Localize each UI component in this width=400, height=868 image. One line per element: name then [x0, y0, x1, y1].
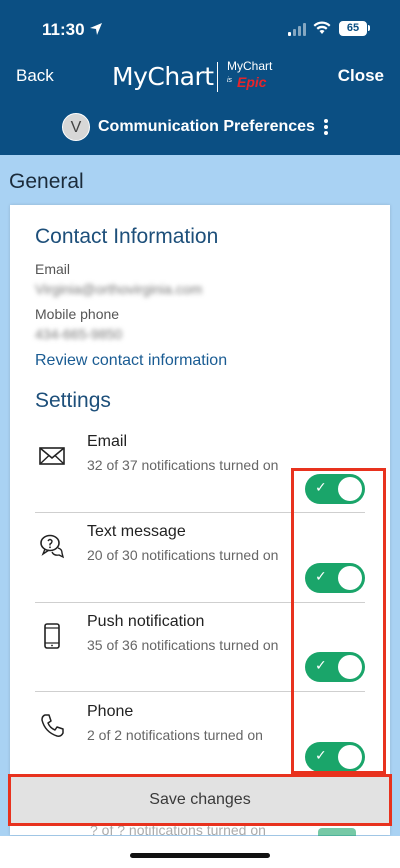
more-options-icon[interactable]	[323, 118, 329, 136]
logo-mychart-text: MyChart	[112, 62, 214, 91]
app-header: 11:30 65 Back MyChart MyChart is Epic Cl…	[0, 0, 400, 155]
wifi-icon	[313, 21, 331, 34]
cellular-signal-icon	[288, 23, 306, 36]
setting-subtitle: 2 of 2 notifications turned on	[87, 727, 263, 743]
battery-tip	[368, 25, 370, 31]
phone-handset-icon	[41, 714, 64, 737]
email-value: Virginia@orthovirginia.com	[35, 281, 203, 297]
section-title-general: General	[9, 170, 84, 193]
setting-title: Phone	[87, 703, 134, 720]
chat-bubbles-icon	[40, 534, 65, 559]
bottom-safe-area	[0, 836, 400, 868]
contact-info-heading: Contact Information	[35, 225, 219, 248]
status-bar: 11:30 65	[0, 0, 400, 58]
home-indicator	[130, 853, 270, 858]
avatar[interactable]: V	[62, 113, 90, 141]
back-button[interactable]: Back	[16, 66, 54, 86]
review-contact-link[interactable]: Review contact information	[35, 352, 227, 370]
settings-heading: Settings	[35, 389, 111, 412]
toggles-highlight-box	[291, 468, 386, 774]
partial-next-toggle	[318, 828, 356, 836]
mobile-phone-value: 434-665-9850	[35, 326, 123, 342]
mobile-phone-label: Mobile phone	[35, 306, 120, 322]
logo-small-mychart: MyChart	[227, 59, 273, 73]
battery-icon: 65	[339, 21, 367, 36]
setting-title: Push notification	[87, 613, 205, 630]
mobile-phone-icon	[44, 623, 60, 649]
page-title: Communication Preferences	[98, 118, 315, 135]
logo-divider	[217, 62, 218, 92]
setting-title: Text message	[87, 523, 186, 540]
setting-title: Email	[87, 433, 128, 450]
envelope-icon	[39, 447, 65, 465]
setting-subtitle: 32 of 37 notifications turned on	[87, 457, 279, 473]
email-label: Email	[35, 261, 71, 277]
save-changes-button[interactable]: Save changes	[8, 774, 392, 826]
logo-epic-text: Epic	[237, 74, 267, 90]
logo-is-text: is	[227, 77, 233, 84]
status-time: 11:30	[42, 20, 85, 39]
setting-subtitle: 20 of 30 notifications turned on	[87, 547, 279, 563]
location-arrow-icon	[90, 23, 102, 35]
setting-subtitle: 35 of 36 notifications turned on	[87, 637, 279, 653]
close-button[interactable]: Close	[338, 66, 384, 86]
mychart-epic-logo: MyChart MyChart is Epic	[112, 60, 282, 96]
